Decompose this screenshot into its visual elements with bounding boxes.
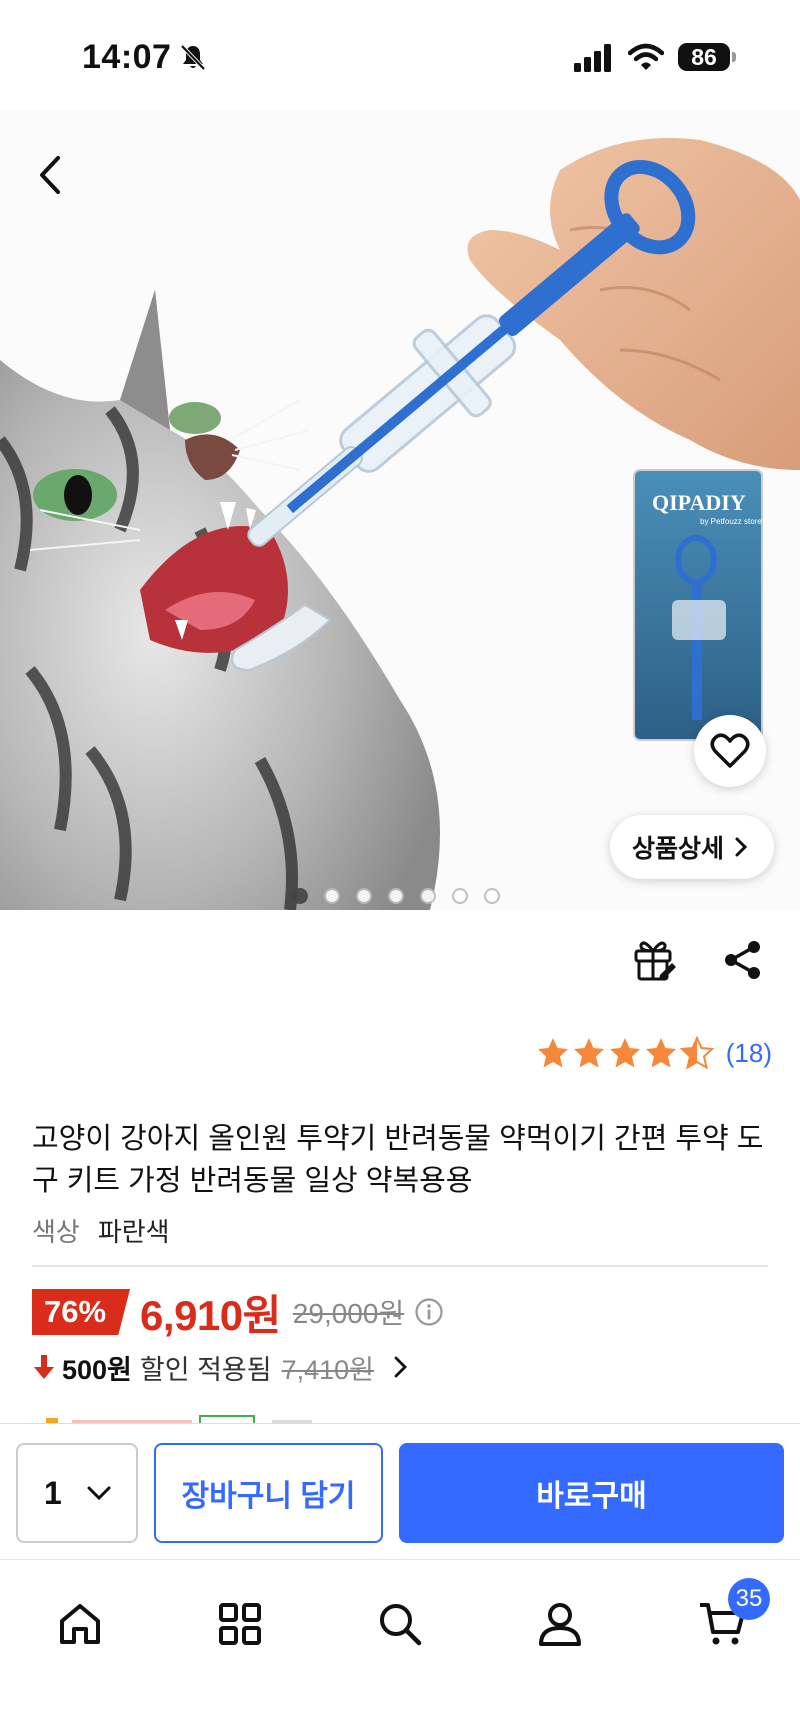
chevron-down-icon [87,1486,111,1501]
coupon-amount: 500원 [62,1354,132,1385]
wifi-icon [628,43,664,70]
info-icon[interactable] [414,1297,444,1327]
sale-price: 6,910원 [140,1291,281,1339]
product-detail-label: 상품상세 [632,835,725,863]
star-rating [536,1036,714,1070]
share-icon[interactable] [722,939,764,981]
review-count[interactable]: (18) [726,1038,772,1069]
purchase-bar: 1 장바구니 담기 바로구매 [0,1423,800,1559]
carousel-dot[interactable] [484,888,500,904]
option-value: 파란색 [97,1217,170,1247]
star-half-icon [679,1036,714,1070]
tab-search[interactable] [370,1594,430,1654]
chevron-right-icon [394,1356,407,1378]
category-icon [219,1603,261,1645]
quantity-select[interactable]: 1 [16,1443,138,1543]
carousel-dot[interactable] [324,888,340,904]
option-label: 색상 [32,1217,80,1247]
search-icon [380,1604,422,1646]
carousel-dot[interactable] [452,888,468,904]
signal-icon [574,44,611,72]
carousel-dots [292,888,500,904]
tab-home[interactable] [50,1594,110,1654]
cart-count-badge: 35 [728,1578,770,1620]
package-sub-text: by Petfouzz store [700,517,762,526]
wishlist-button[interactable] [694,715,766,787]
battery-indicator: 86 [678,43,736,71]
carousel-dot[interactable] [420,888,436,904]
add-to-cart-button[interactable]: 장바구니 담기 [154,1443,383,1543]
status-time: 14:07 [82,38,172,76]
product-actions [0,935,800,995]
star-full-icon [609,1038,640,1068]
heart-icon [710,733,750,768]
original-price: 29,000원 [292,1298,405,1329]
star-full-icon [537,1038,568,1068]
price-row: 76% 6,910원 29,000원 [32,1284,444,1340]
buy-now-button[interactable]: 바로구매 [399,1443,784,1543]
carousel-dot[interactable] [356,888,372,904]
arrow-down-icon [34,1355,54,1379]
carousel-dot[interactable] [292,888,308,904]
coupon-text: 할인 적용됨 [139,1354,272,1385]
home-icon [60,1604,100,1644]
product-detail-button[interactable]: 상품상세 [610,815,775,879]
status-bar: 14:07 86 [0,0,800,110]
bottom-tab-bar: 35 [0,1559,800,1735]
bell-muted-icon [180,44,206,71]
back-chevron-icon[interactable] [28,148,72,202]
star-full-icon [645,1038,676,1068]
user-icon [539,1603,581,1646]
gift-icon[interactable] [632,935,676,983]
package-brand-text: QIPADIY [652,490,746,515]
discount-badge: 76% [32,1289,131,1335]
coupon-original-price: 7,410원 [281,1354,374,1385]
carousel-dot[interactable] [388,888,404,904]
divider [32,1265,768,1267]
product-photo: QIPADIY by Petfouzz store [0,110,800,910]
tab-mypage[interactable] [530,1594,590,1654]
chevron-right-icon [735,837,748,857]
option-row: 색상 파란색 [32,1212,170,1249]
tab-category[interactable] [210,1594,270,1654]
product-image-carousel[interactable]: QIPADIY by Petfouzz store 상품상세 [0,110,800,910]
product-title: 고양이 강아지 올인원 투약기 반려동물 약먹이기 간편 투약 도구 키트 가정… [32,1123,764,1197]
quantity-value: 1 [44,1474,62,1511]
rating-summary[interactable]: (18) [536,1036,772,1070]
coupon-discount-row[interactable]: 500원 할인 적용됨 7,410원 [32,1345,410,1389]
star-full-icon [573,1038,604,1068]
